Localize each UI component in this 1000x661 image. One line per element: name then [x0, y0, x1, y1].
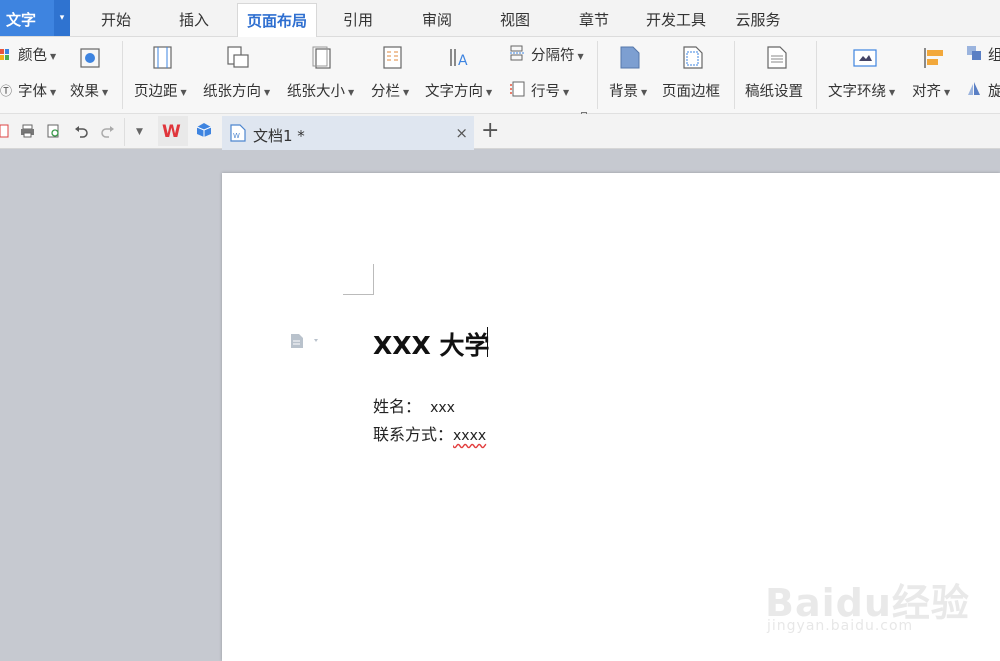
baidu-jingyan-watermark: Baidu经验 jingyan.baidu.com: [765, 550, 995, 650]
rotate-button[interactable]: 旋: [988, 80, 1000, 101]
margins-button[interactable]: 页边距 ▼: [134, 80, 187, 101]
group-icon: [966, 45, 982, 65]
breaks-icon: [509, 45, 525, 65]
grid-paper-button[interactable]: 稿纸设置: [745, 80, 803, 101]
contact-label: 联系方式：: [373, 425, 454, 444]
text-direction-icon: A: [448, 46, 472, 74]
wrap-text-icon: [853, 48, 877, 72]
customize-toolbar-icon[interactable]: ▼: [136, 127, 143, 137]
color-palette-icon: [0, 46, 10, 65]
margin-corner-mark: [343, 264, 374, 295]
chevron-down-icon[interactable]: ▾: [54, 0, 70, 36]
print-preview-icon[interactable]: [47, 124, 61, 142]
breaks-button[interactable]: 分隔符 ▼: [531, 44, 584, 65]
ribbon-separator: [597, 41, 598, 109]
document-tab[interactable]: W 文档1 * ×: [222, 116, 474, 150]
line-numbers-icon: [509, 81, 525, 101]
wrap-text-button[interactable]: 文字环绕 ▼: [828, 80, 895, 101]
grid-paper-icon: [766, 46, 788, 74]
tab-insert[interactable]: 插入: [162, 0, 226, 36]
ribbon: [0, 37, 1000, 114]
effect-button[interactable]: 效果 ▼: [70, 80, 108, 101]
tab-review[interactable]: 审阅: [405, 0, 469, 36]
orientation-icon: [226, 46, 250, 74]
group-button[interactable]: 组: [988, 44, 1000, 65]
breaks-label: 分隔符: [531, 48, 575, 64]
name-line[interactable]: 姓名： xxx: [373, 393, 455, 417]
orientation-button[interactable]: 纸张方向 ▼: [203, 80, 270, 101]
color-label: 颜色: [18, 48, 47, 64]
pdf-export-icon[interactable]: [0, 124, 9, 142]
page-border-label: 页面边框: [662, 84, 720, 100]
tab-chapter[interactable]: 章节: [562, 0, 626, 36]
document-heading[interactable]: XXX 大学: [373, 326, 490, 362]
grid-paper-label: 稿纸设置: [745, 84, 803, 100]
tab-view[interactable]: 视图: [483, 0, 547, 36]
wps-home-tab[interactable]: W: [158, 116, 188, 146]
ribbon-separator: [734, 41, 735, 109]
undo-icon[interactable]: [74, 124, 88, 142]
app-menu-label: 文字: [6, 11, 37, 29]
close-icon[interactable]: ×: [455, 124, 468, 142]
svg-text:W: W: [233, 132, 240, 140]
name-label: 姓名：: [373, 397, 422, 416]
tab-developer-tools[interactable]: 开发工具: [640, 0, 712, 36]
tab-cloud-service[interactable]: 云服务: [728, 0, 788, 36]
document-tab-title: 文档1 *: [253, 127, 305, 145]
watermark-url: jingyan.baidu.com: [767, 618, 914, 634]
paper-size-label: 纸张大小: [287, 84, 345, 100]
font-button[interactable]: 字体 ▼: [18, 80, 56, 101]
font-theme-icon: Ⓣ: [0, 84, 13, 98]
color-button[interactable]: 颜色 ▼: [18, 44, 56, 65]
background-label: 背景: [609, 84, 638, 100]
font-label: 字体: [18, 84, 47, 100]
paragraph-handle-icon[interactable]: [290, 333, 320, 353]
page-border-button[interactable]: 页面边框: [662, 80, 720, 101]
contact-value: xxxx: [453, 428, 487, 444]
svg-text:W: W: [162, 122, 181, 142]
align-icon: [923, 47, 945, 73]
align-button[interactable]: 对齐 ▼: [912, 80, 950, 101]
name-value: xxx: [430, 400, 455, 416]
app-menu-button[interactable]: 文字 ▾: [0, 0, 70, 36]
orientation-label: 纸张方向: [203, 84, 261, 100]
tab-bar: [0, 114, 1000, 149]
paper-size-icon: [311, 46, 333, 74]
line-numbers-label: 行号: [531, 84, 560, 100]
columns-icon: [382, 46, 404, 74]
align-label: 对齐: [912, 84, 941, 100]
columns-button[interactable]: 分栏 ▼: [371, 80, 409, 101]
print-icon[interactable]: [20, 124, 35, 142]
cloud-docs-icon[interactable]: [196, 122, 212, 142]
background-button[interactable]: 背景 ▼: [609, 80, 647, 101]
contact-line[interactable]: 联系方式：xxxx: [373, 421, 486, 445]
toolbar-separator: [124, 118, 125, 146]
text-direction-label: 文字方向: [425, 84, 483, 100]
wrap-text-label: 文字环绕: [828, 84, 886, 100]
tab-page-layout[interactable]: 页面布局: [237, 3, 317, 37]
ribbon-separator: [122, 41, 123, 109]
effect-label: 效果: [70, 84, 99, 100]
new-tab-button[interactable]: +: [481, 118, 499, 143]
rotate-label: 旋: [988, 84, 1000, 100]
document-file-icon: W: [230, 124, 246, 146]
redo-icon[interactable]: [101, 124, 115, 142]
text-direction-button[interactable]: 文字方向 ▼: [425, 80, 492, 101]
group-label: 组: [988, 48, 1000, 64]
line-numbers-button[interactable]: 行号 ▼: [531, 80, 569, 101]
page-border-icon: [682, 46, 704, 74]
margins-icon: [152, 46, 174, 74]
columns-label: 分栏: [371, 84, 400, 100]
tab-references[interactable]: 引用: [326, 0, 390, 36]
paper-size-button[interactable]: 纸张大小 ▼: [287, 80, 354, 101]
ribbon-separator: [816, 41, 817, 109]
background-icon: [619, 46, 641, 74]
text-cursor: [487, 327, 488, 357]
svg-text:A: A: [458, 53, 468, 69]
tab-start[interactable]: 开始: [84, 0, 148, 36]
effect-icon: [80, 48, 100, 72]
rotate-icon: [966, 81, 982, 101]
margins-label: 页边距: [134, 84, 178, 100]
